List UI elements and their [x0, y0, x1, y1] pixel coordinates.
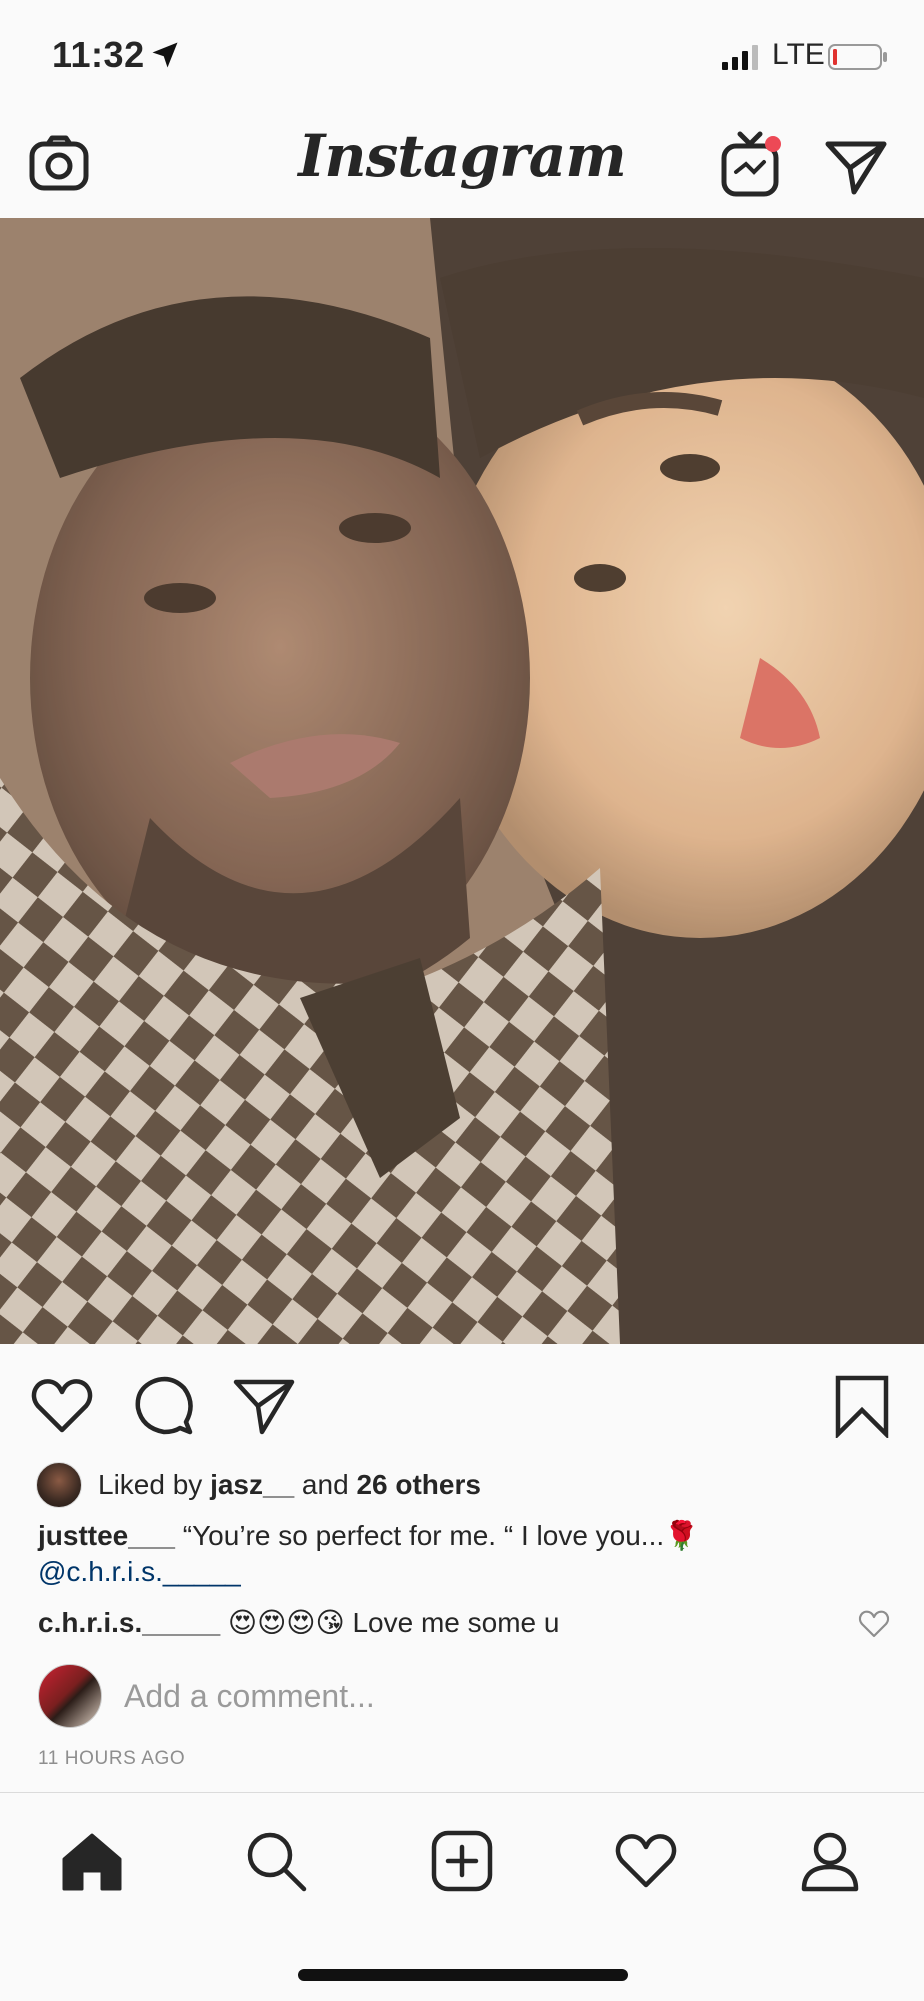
post-photo[interactable] [0, 218, 924, 1344]
liker-avatar [36, 1462, 82, 1508]
battery-icon [828, 44, 887, 70]
profile-icon[interactable] [798, 1829, 862, 1893]
liked-by-user[interactable]: jasz__ [210, 1469, 294, 1501]
add-comment-row[interactable]: Add a comment... [38, 1664, 375, 1728]
liked-by-and: and [294, 1469, 357, 1500]
add-post-icon[interactable] [430, 1829, 494, 1893]
liked-by-others[interactable]: 26 others [356, 1469, 481, 1501]
bookmark-icon[interactable] [830, 1374, 894, 1438]
likes-summary[interactable]: Liked by jasz__ and 26 others [36, 1460, 481, 1510]
caption-username[interactable]: justtee___ [38, 1520, 175, 1551]
search-icon[interactable] [244, 1829, 308, 1893]
home-indicator [298, 1969, 628, 1981]
top-nav-bar: Instagram [0, 110, 924, 219]
comment-icon[interactable] [132, 1374, 196, 1438]
signal-bars-icon [722, 45, 758, 70]
home-icon[interactable] [60, 1829, 124, 1893]
status-time: 11:32 [52, 34, 145, 75]
comment-text: 😍😍😍😘 Love me some u [220, 1607, 560, 1638]
comment-item: c.h.r.i.s._____ 😍😍😍😘 Love me some u [38, 1605, 838, 1641]
current-user-avatar [38, 1664, 102, 1728]
bottom-tab-bar [0, 1792, 924, 2001]
liked-by-prefix: Liked by [98, 1469, 211, 1500]
igtv-icon[interactable] [720, 128, 784, 200]
share-icon[interactable] [232, 1374, 296, 1438]
notification-dot [765, 136, 781, 152]
caption-text: “You’re so perfect for me. “ I love you.… [174, 1520, 700, 1551]
activity-heart-icon[interactable] [614, 1829, 678, 1893]
post-actions [0, 1344, 924, 1460]
post-timestamp: 11 HOURS AGO [38, 1748, 186, 1769]
direct-message-icon[interactable] [824, 134, 888, 198]
network-type: LTE [772, 38, 825, 71]
post-photo-image [0, 218, 924, 1344]
caption-mention[interactable]: @c.h.r.i.s._____ [38, 1556, 241, 1587]
status-bar: 11:32 LTE [0, 0, 924, 110]
post-caption: justtee___ “You’re so perfect for me. “ … [38, 1518, 888, 1590]
add-comment-input[interactable]: Add a comment... [124, 1678, 375, 1715]
comment-username[interactable]: c.h.r.i.s._____ [38, 1607, 220, 1638]
instagram-logo: Instagram [298, 122, 626, 190]
comment-like-heart-icon[interactable] [858, 1608, 890, 1640]
location-arrow-icon [152, 42, 178, 68]
heart-icon[interactable] [30, 1374, 94, 1438]
